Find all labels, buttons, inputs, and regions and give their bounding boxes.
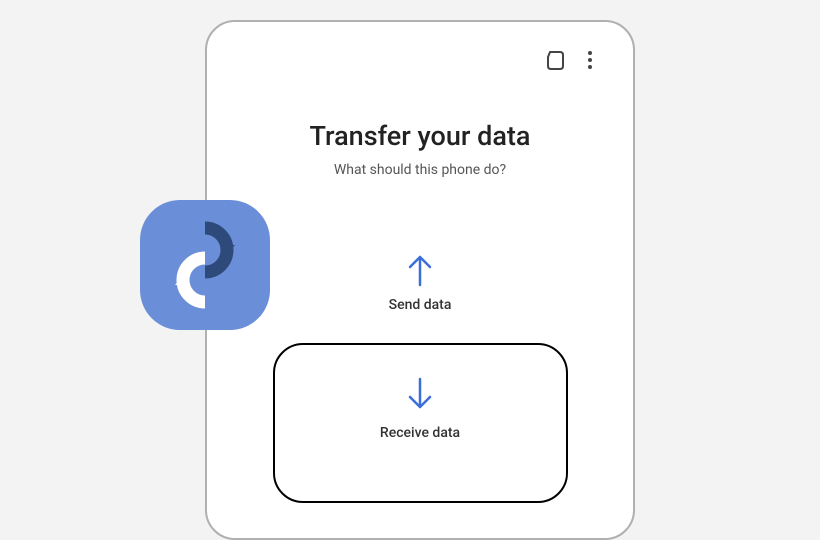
receive-data-button[interactable]: Receive data — [273, 343, 568, 503]
arrow-up-icon — [406, 253, 434, 287]
options-container: Send data Receive data — [232, 253, 608, 503]
smart-switch-s-icon — [165, 220, 245, 310]
page-title: Transfer your data — [232, 120, 608, 152]
receive-data-label: Receive data — [380, 425, 460, 441]
send-data-button[interactable]: Send data — [389, 253, 452, 313]
send-data-label: Send data — [389, 297, 452, 313]
page-subtitle: What should this phone do? — [232, 162, 608, 178]
smart-switch-app-icon — [140, 200, 270, 330]
top-bar — [232, 42, 608, 70]
sd-card-icon[interactable] — [546, 50, 564, 70]
arrow-down-icon — [406, 377, 434, 411]
more-vertical-icon[interactable] — [582, 50, 598, 70]
